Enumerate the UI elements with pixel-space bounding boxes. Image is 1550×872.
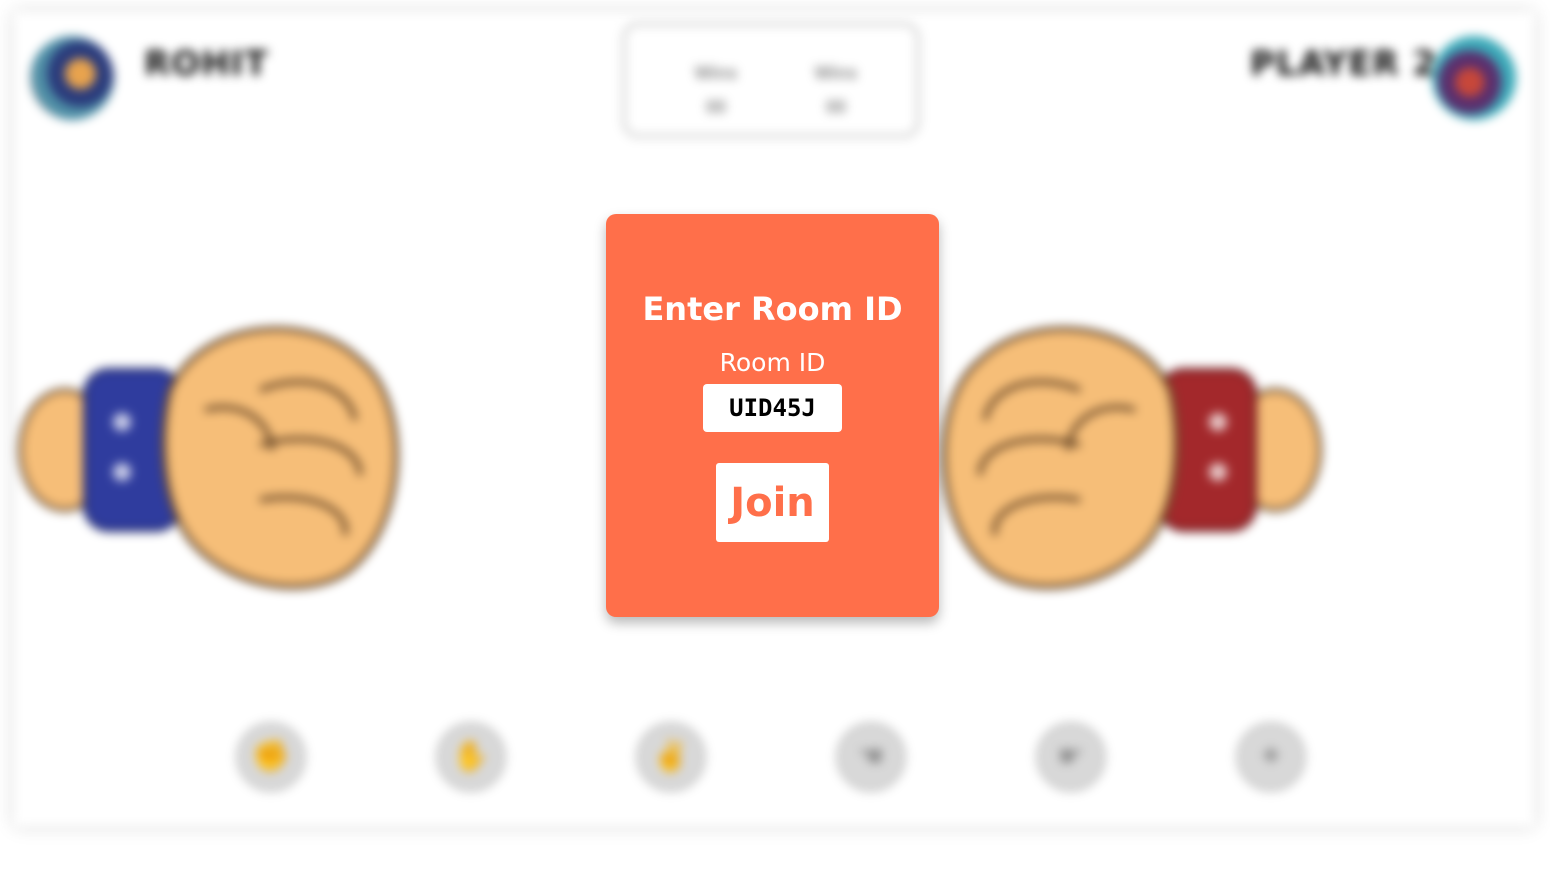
rock-hand-icon: ✊ <box>252 740 290 773</box>
player-two-score-label: Wins <box>814 63 858 83</box>
player-two-name: PLAYER 2 <box>1250 44 1438 84</box>
player-one-avatar <box>30 36 114 120</box>
player-two-avatar <box>1432 36 1516 120</box>
move-button-scissors[interactable]: ✌ <box>636 722 706 792</box>
player-one-name: ROHIT <box>144 44 269 84</box>
move-button-lizard[interactable]: ☚ <box>836 722 906 792</box>
player-two-fist-icon <box>941 326 1322 590</box>
player-one-score-label: Wins <box>694 63 738 83</box>
move-button-random[interactable]: ✦ <box>1236 722 1306 792</box>
player-one-score-value: 00 <box>705 97 727 117</box>
scissors-hand-icon: ✌ <box>652 740 690 773</box>
player-two-score-value: 00 <box>825 97 847 117</box>
join-button[interactable]: Join <box>716 463 829 542</box>
player-one-score: Wins 00 <box>676 56 756 124</box>
player-two-score: Wins 00 <box>796 56 876 124</box>
spock-hand-icon: ☛ <box>1057 740 1085 773</box>
modal-title: Enter Room ID <box>642 290 903 328</box>
game-screen: ROHIT Wins 00 Wins 00 PLAYER 2 ✊ ✋ ✌ ☚ ☛… <box>0 0 1550 872</box>
paper-hand-icon: ✋ <box>452 740 490 773</box>
move-button-rock[interactable]: ✊ <box>236 722 306 792</box>
move-button-spock[interactable]: ☛ <box>1036 722 1106 792</box>
move-button-paper[interactable]: ✋ <box>436 722 506 792</box>
room-id-label: Room ID <box>719 348 826 377</box>
room-id-input[interactable] <box>703 384 842 432</box>
room-id-modal: Enter Room ID Room ID Join <box>606 214 939 617</box>
player-one-fist-icon <box>18 326 399 590</box>
scoreboard: Wins 00 Wins 00 <box>622 22 920 138</box>
lizard-hand-icon: ☚ <box>857 740 885 773</box>
random-icon: ✦ <box>1258 740 1284 773</box>
